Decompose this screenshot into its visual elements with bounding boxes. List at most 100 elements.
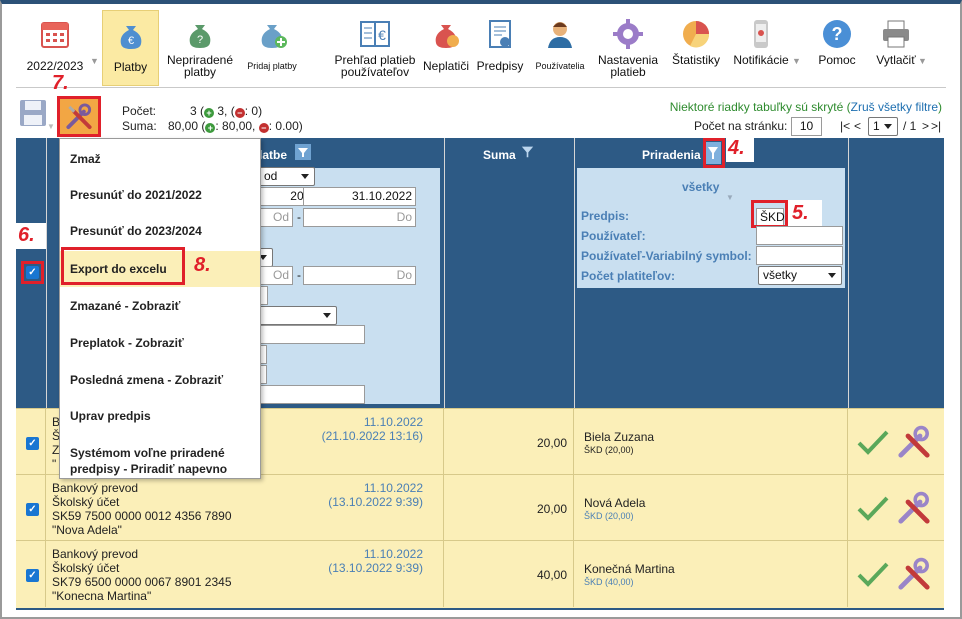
wrench-screwdriver-icon[interactable]: [896, 490, 932, 526]
count-value: 3 (: [190, 104, 205, 118]
date-to-input[interactable]: 31.10.2022: [303, 187, 416, 206]
next-page-link[interactable]: >: [922, 119, 929, 133]
platitelov-label: Počet platiteľov:: [581, 269, 675, 283]
pie-chart-icon: [683, 21, 710, 48]
chevron-down-icon[interactable]: ▼: [726, 193, 734, 202]
amount2-from-input[interactable]: Od: [259, 266, 293, 285]
chevron-down-icon[interactable]: ▼: [918, 56, 927, 66]
row-checkbox[interactable]: ✓: [26, 503, 39, 516]
user-icon: [548, 22, 572, 48]
chevron-down-icon[interactable]: ▼: [792, 56, 801, 66]
first-page-link[interactable]: |<: [840, 119, 850, 133]
year-label: 2022/2023: [26, 59, 84, 73]
tab-pouzivatelia[interactable]: Používatelia: [532, 10, 588, 86]
tab-neplatici-label: Neplatiči: [422, 59, 470, 73]
tab-notifikacie[interactable]: Notifikácie: [730, 10, 792, 86]
menu-item-preplatok[interactable]: Preplatok - Zobraziť: [70, 336, 184, 350]
tab-notifikacie-label: Notifikácie: [733, 53, 789, 67]
tab-prehlad[interactable]: € Prehľad platieb používateľov: [316, 10, 434, 86]
minus-icon: −: [234, 108, 245, 118]
menu-item-volne-priradene[interactable]: Systémom voľne priradené: [70, 446, 225, 460]
amount-to-input[interactable]: Do: [303, 208, 416, 227]
filter-select-small[interactable]: [259, 248, 273, 267]
help-icon: ?: [823, 20, 851, 48]
person-name: Nová Adela: [584, 496, 646, 510]
checkmark-icon[interactable]: [856, 427, 890, 457]
row-checkbox[interactable]: ✓: [26, 437, 39, 450]
menu-item-volne-priradene-2[interactable]: predpisy - Priradiť napevno: [70, 462, 227, 476]
tab-pomoc[interactable]: ? Pomoc: [810, 10, 864, 86]
menu-item-zmazane[interactable]: Zmazané - Zobraziť: [70, 299, 180, 313]
save-disk-icon[interactable]: [18, 98, 48, 128]
payment-date: 11.10.2022: [363, 415, 423, 429]
svg-text:€: €: [378, 27, 386, 43]
money-bag-clock-icon: [435, 25, 459, 48]
filter-input[interactable]: [259, 385, 365, 404]
chevron-down-icon[interactable]: ▼: [47, 122, 55, 131]
tab-vytlacit-label: Vytlačiť: [876, 53, 916, 67]
chevron-down-icon[interactable]: ▼: [90, 56, 99, 66]
filter-select[interactable]: [259, 306, 337, 325]
count-label: Počet:: [122, 104, 157, 118]
prev-page-link[interactable]: <: [854, 119, 861, 133]
payment-time: (21.10.2022 13:16): [321, 429, 423, 443]
hidden-rows-notice: Niektoré riadky tabuľky sú skryté (Zruš …: [670, 100, 942, 114]
tab-platby[interactable]: € Platby: [102, 10, 159, 86]
ledger-euro-icon: €: [360, 21, 390, 47]
plus-icon: +: [205, 123, 216, 133]
date-mode-select[interactable]: od: [259, 167, 315, 186]
table-row[interactable]: ✓ Bankový prevod Školský účet SK79 6500 …: [16, 540, 944, 608]
wrench-screwdriver-icon[interactable]: [896, 556, 932, 592]
menu-item-zmaz[interactable]: Zmaž: [70, 152, 101, 166]
tab-pouzivatelia-label: Používatelia: [535, 61, 585, 71]
payment-date: 11.10.2022: [363, 481, 423, 495]
tab-statistiky[interactable]: Štatistiky: [668, 10, 724, 86]
predpis-name: ŠKD (20,00): [584, 445, 634, 455]
tab-nastavenia[interactable]: Nastavenia platieb: [594, 10, 662, 86]
checkmark-icon[interactable]: [856, 559, 890, 589]
tab-neplatici[interactable]: Neplatiči: [420, 10, 472, 86]
filter-input[interactable]: [259, 325, 365, 344]
tab-vytlacit[interactable]: Vytlačiť: [868, 10, 924, 86]
dash: -: [297, 268, 301, 282]
highlight-tools-button: [57, 96, 101, 137]
menu-item-presun-2023[interactable]: Presunúť do 2023/2024: [70, 224, 202, 238]
payment-type: Bankový prevod: [52, 547, 139, 561]
platitelov-select[interactable]: všetky: [758, 266, 842, 285]
highlight-export: [61, 247, 185, 285]
pouzivatel-input[interactable]: [756, 226, 843, 245]
col-divider: [444, 138, 445, 408]
filter-icon[interactable]: [295, 144, 311, 160]
annotation-7: 7.: [52, 72, 69, 94]
header-suma[interactable]: Suma: [483, 148, 516, 418]
clear-filters-link[interactable]: Zruš všetky filtre: [851, 100, 938, 114]
col-divider: [46, 138, 47, 408]
tab-nepriradene[interactable]: ? Nepriradené platby: [164, 10, 236, 86]
count-summary: 3 (+ 3, (−: 0): [190, 104, 263, 118]
last-page-link[interactable]: >|: [931, 119, 941, 133]
menu-item-posledna-zmena[interactable]: Posledná zmena - Zobraziť: [70, 373, 223, 387]
filter-all-link[interactable]: všetky: [682, 180, 719, 194]
person-name: Biela Zuzana: [584, 430, 655, 444]
tab-predpisy[interactable]: Predpisy: [476, 10, 524, 86]
checkmark-icon[interactable]: [856, 493, 890, 523]
table-row[interactable]: ✓ Bankový prevod Školský účet SK59 7500 …: [16, 474, 944, 541]
money-bag-plus-icon: [261, 25, 287, 48]
wrench-screwdriver-icon[interactable]: [896, 424, 932, 460]
filter-icon[interactable]: [521, 145, 534, 158]
amount2-to-input[interactable]: Do: [303, 266, 416, 285]
menu-item-presun-2021[interactable]: Presunúť do 2021/2022: [70, 188, 202, 202]
page-select[interactable]: 1: [868, 117, 898, 136]
tab-pridaj-label: Pridaj platby: [247, 61, 297, 71]
annotation-8: 8.: [194, 254, 211, 276]
row-checkbox[interactable]: ✓: [26, 569, 39, 582]
vs-input[interactable]: [756, 246, 843, 265]
menu-item-uprav-predpis[interactable]: Uprav predpis: [70, 409, 151, 423]
amount: 20,00: [536, 436, 567, 450]
printer-icon: [883, 20, 909, 48]
tab-predpisy-label: Predpisy: [476, 59, 524, 73]
tab-pridaj-platby[interactable]: Pridaj platby: [241, 10, 303, 86]
per-page-input[interactable]: 10: [791, 117, 822, 136]
amount-from-input[interactable]: Od: [259, 208, 293, 227]
svg-text:?: ?: [197, 34, 203, 46]
